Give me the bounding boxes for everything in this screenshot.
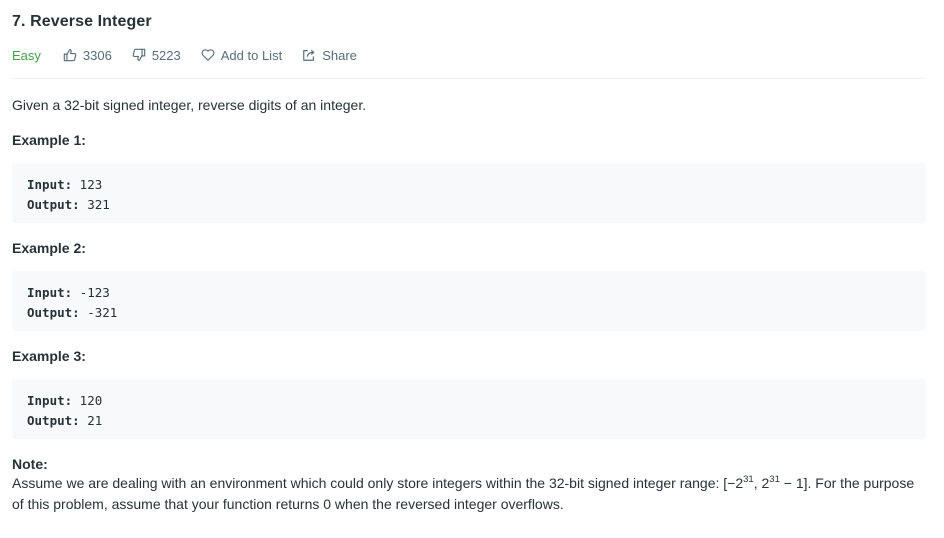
example-input-row: Input: -123 xyxy=(27,283,911,303)
output-value: 21 xyxy=(79,413,103,428)
thumbs-up-icon xyxy=(63,48,77,62)
example-code-block: Input: 123 Output: 321 xyxy=(12,163,926,223)
output-label: Output: xyxy=(27,197,80,212)
example-code-block: Input: 120 Output: 21 xyxy=(12,379,926,439)
input-value: 120 xyxy=(72,393,103,408)
problem-description-panel: 7. Reverse Integer Easy 3306 5223 Add to… xyxy=(0,0,944,538)
add-to-list-button[interactable]: Add to List xyxy=(201,48,282,63)
example-output-row: Output: -321 xyxy=(27,303,911,323)
example-heading: Example 2: xyxy=(12,240,86,256)
note-text: Assume we are dealing with an environmen… xyxy=(12,473,926,515)
note-exponent: 31 xyxy=(769,474,780,485)
example-input-row: Input: 123 xyxy=(27,175,911,195)
example-output-row: Output: 21 xyxy=(27,411,911,431)
add-to-list-label: Add to List xyxy=(220,47,283,63)
input-label: Input: xyxy=(27,285,73,300)
problem-intro: Given a 32-bit signed integer, reverse d… xyxy=(12,97,367,113)
input-value: -123 xyxy=(72,285,110,300)
example-code-block: Input: -123 Output: -321 xyxy=(12,271,926,331)
problem-title: 7. Reverse Integer xyxy=(12,13,152,30)
thumbs-down-icon xyxy=(132,48,146,62)
problem-meta-bar: Easy 3306 5223 Add to List Share xyxy=(12,46,377,64)
share-icon xyxy=(302,48,316,62)
note-text-before: Assume we are dealing with an environmen… xyxy=(12,475,744,491)
note-text-mid: , 2 xyxy=(753,475,770,491)
header-divider xyxy=(12,78,926,79)
like-button[interactable]: 3306 xyxy=(63,48,112,63)
note-exponent: 31 xyxy=(743,474,754,485)
difficulty-badge: Easy xyxy=(12,47,41,63)
output-value: 321 xyxy=(79,197,110,212)
input-label: Input: xyxy=(27,393,73,408)
example-output-row: Output: 321 xyxy=(27,195,911,215)
output-value: -321 xyxy=(79,305,118,320)
share-label: Share xyxy=(322,47,357,63)
note-heading: Note: xyxy=(12,456,48,472)
heart-icon xyxy=(201,48,215,62)
output-label: Output: xyxy=(27,305,80,320)
example-heading: Example 1: xyxy=(12,132,86,148)
like-count: 3306 xyxy=(82,47,112,63)
share-button[interactable]: Share xyxy=(302,48,357,63)
example-heading: Example 3: xyxy=(12,348,86,364)
output-label: Output: xyxy=(27,413,80,428)
dislike-button[interactable]: 5223 xyxy=(132,48,181,63)
input-label: Input: xyxy=(27,177,73,192)
input-value: 123 xyxy=(72,177,103,192)
dislike-count: 5223 xyxy=(151,47,181,63)
example-input-row: Input: 120 xyxy=(27,391,911,411)
